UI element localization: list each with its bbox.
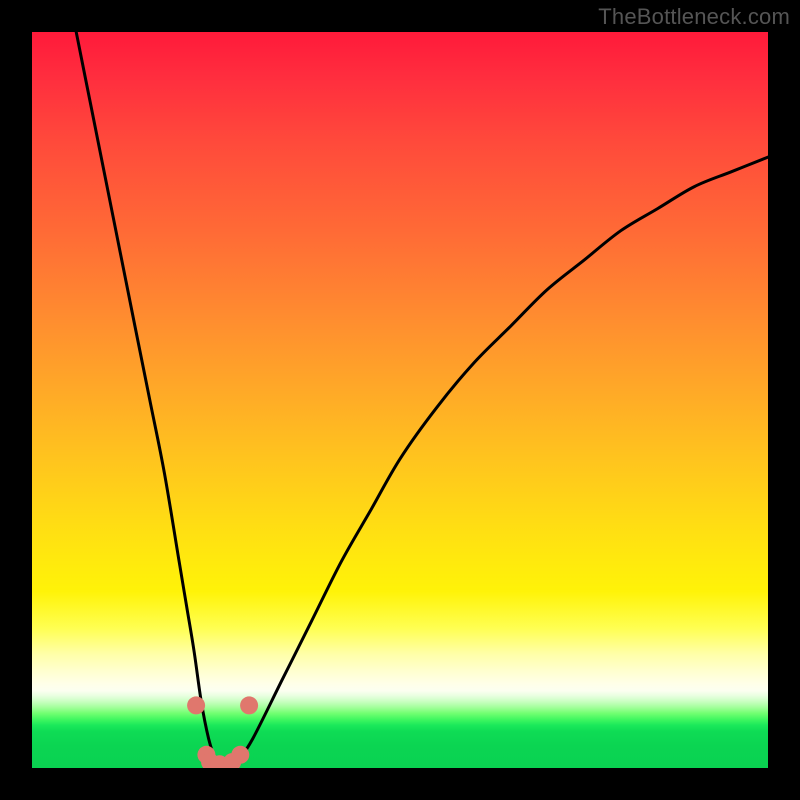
dip-marker: [240, 696, 258, 714]
curve-svg: [32, 32, 768, 768]
dip-marker: [231, 746, 249, 764]
chart-frame: TheBottleneck.com: [0, 0, 800, 800]
bottleneck-curve-path: [76, 32, 768, 768]
dip-marker: [187, 696, 205, 714]
dip-markers: [187, 696, 258, 768]
watermark-text: TheBottleneck.com: [598, 4, 790, 30]
plot-area: [32, 32, 768, 768]
